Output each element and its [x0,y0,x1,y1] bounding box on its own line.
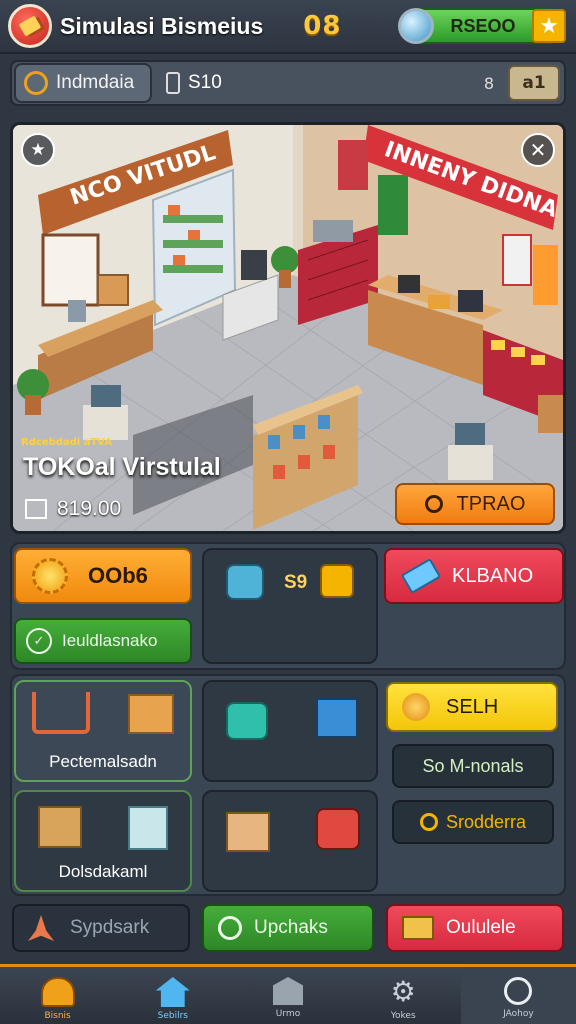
boxes-cell-label: Dolsdakaml [58,862,148,881]
favorite-icon[interactable]: ★ [21,133,55,167]
profile-ring-icon [504,977,533,1005]
store-sublabel: Rdcebdadl aTVA [21,437,113,448]
nav-profile[interactable]: JAohoy [460,967,576,1024]
status-bar: Indmdaia S10 8 a1 [10,60,566,106]
monitor-button[interactable]: So M-nonals [392,744,554,788]
decorate-button[interactable]: Oululele [386,904,564,952]
nav-business[interactable]: Bisnis [0,967,115,1024]
star-icon[interactable]: ★ [532,9,566,43]
upgrade-button[interactable]: Upchaks [202,904,374,952]
store-name: TOKOal Virstulal [23,453,221,481]
keyboard-button[interactable]: KLBANO [384,548,564,604]
monitor-button-label: So M-nonals [422,755,524,776]
clock-icon [419,813,438,831]
gem-icon [398,8,434,44]
schedule-button-label: Srodderra [445,811,527,832]
box-icon [128,694,174,734]
keyboard-button-label: KLBANO [452,564,534,587]
shopping-cart-icon [32,692,90,734]
close-icon[interactable]: ✕ [521,133,555,167]
cash-register-icon [226,564,264,600]
nav-settings[interactable]: ⚙ Yokes [346,967,461,1024]
register-value: S9 [284,572,308,593]
schedule-button[interactable]: Srodderra [392,800,554,844]
shop-icon [40,977,75,1007]
nav-profile-label: JAohoy [503,1009,534,1019]
bag-icon [226,702,268,740]
supply-cell[interactable] [202,790,378,892]
nav-home-label: Sebilrs [157,1011,188,1021]
game-screen: Simulasi Bismeius 08 RSEOO ★ Indmdaia S1… [0,0,576,1024]
currency-bar[interactable]: RSEOO ★ [398,8,566,44]
package-icon [316,698,358,738]
coin-button[interactable]: OOb6 [14,548,192,604]
location-selector[interactable]: Indmdaia [14,63,152,103]
boxes-cell[interactable]: Dolsdakaml [14,790,192,892]
menu-button[interactable]: a1 [508,65,560,101]
plant-box-icon [402,916,434,940]
nav-settings-label: Yokes [390,1011,416,1021]
nav-business-label: Bisnis [44,1011,71,1021]
status-indicator: 8 [483,73,494,93]
game-title: Simulasi Bismeius [60,12,264,39]
upgrade-left-label: Sypdsark [70,917,150,938]
upgrade-button-label: Upchaks [254,917,328,938]
store-scene[interactable]: NCO VITUDL INNENY DIDNA ★ ✕ Rdcebdadl aT… [10,122,566,534]
store-action-label: TPRAO [456,492,526,515]
decorate-button-label: Oululele [446,917,516,938]
ring-icon [424,495,443,513]
nav-warehouse-label: Urmo [275,1009,301,1019]
phone-icon [166,72,180,94]
nav-warehouse[interactable]: Urmo [230,967,345,1024]
level-counter: 08 [303,11,342,41]
nav-home[interactable]: Sebilrs [115,967,230,1024]
coin-icon [402,693,430,721]
gift-icon [316,808,360,850]
store-price: 819.00 [25,497,121,521]
action-panel: OOb6 ✓ Ieuldlasnako S9 KLBANO [10,542,566,670]
money-value: S10 [188,72,222,93]
cart-cell[interactable]: Pectemalsadn [14,680,192,782]
parcel-icon [226,812,270,852]
sell-button-label: SELH [446,695,499,718]
status-button[interactable]: ✓ Ieuldlasnako [14,618,192,664]
home-icon [155,977,190,1007]
tool-icon [28,915,54,941]
status-button-label: Ieuldlasnako [62,631,158,650]
bottom-nav: Bisnis Sebilrs Urmo ⚙ Yokes JAohoy [0,964,576,1024]
gear-icon: ⚙ [390,975,416,1008]
refresh-icon [218,916,242,940]
inventory-panel: Pectemalsadn SELH So M-nonals Dolsdakaml… [10,674,566,896]
store-price-value: 819.00 [57,497,122,520]
warehouse-icon [273,977,303,1005]
price-icon [25,499,47,519]
location-name: Indmdaia [56,72,135,93]
app-logo-icon [8,4,52,48]
cardboard-box-icon [38,806,82,848]
check-circle-icon: ✓ [26,628,52,654]
store-action-button[interactable]: TPRAO [395,483,555,525]
upgrade-left-button[interactable]: Sypdsark [12,904,190,952]
register-cell[interactable]: S9 [202,548,378,664]
sell-button[interactable]: SELH [386,682,558,732]
top-header: Simulasi Bismeius 08 RSEOO ★ [0,0,576,54]
coin-button-label: OOb6 [88,563,148,588]
coin-icon [320,564,354,598]
bag-cell[interactable] [202,680,378,782]
cart-cell-label: Pectemalsadn [49,752,157,771]
ticket-icon [400,557,442,595]
cash-icon [128,806,168,850]
money-display: S10 [166,72,222,94]
location-pin-icon [24,71,48,95]
currency-value: RSEOO [450,15,516,36]
sun-coin-icon [32,558,68,594]
